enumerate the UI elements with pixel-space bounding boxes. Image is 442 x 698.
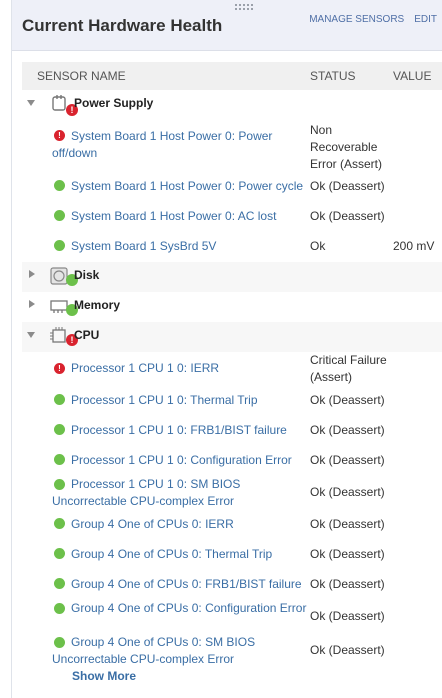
table-row: Group 4 One of CPUs 0: Configuration Err…	[22, 598, 442, 634]
sensor-status: Ok (Deassert)	[310, 179, 385, 193]
sensor-status: Ok (Deassert)	[310, 547, 385, 561]
group-label: Disk	[74, 268, 100, 282]
widget-header: Current Hardware Health MANAGE SENSORS ED…	[12, 0, 442, 51]
group-row-memory[interactable]: Memory	[22, 292, 442, 322]
sensor-name-link[interactable]: Group 4 One of CPUs 0: Configuration Err…	[52, 600, 308, 617]
sensor-name-link[interactable]: Processor 1 CPU 1 0: Thermal Trip	[52, 392, 308, 409]
group-row-disk[interactable]: Disk	[22, 262, 442, 292]
group-label: CPU	[74, 328, 100, 342]
sensor-status: Ok (Deassert)	[310, 517, 385, 531]
sensor-status: Critical Failure (Assert)	[310, 353, 387, 384]
sensor-name-link[interactable]: System Board 1 SysBrd 5V	[52, 238, 308, 255]
expand-caret-icon[interactable]	[29, 300, 35, 308]
sensor-name-link[interactable]: Group 4 One of CPUs 0: SM BIOS Uncorrect…	[52, 634, 308, 668]
sensor-value: 200 mV	[393, 239, 435, 253]
sensor-name-link[interactable]: System Board 1 Host Power 0: Power off/d…	[52, 128, 308, 162]
table-header: SENSOR NAME STATUS VALUE	[22, 62, 442, 90]
sensor-status: Non Recoverable Error (Assert)	[310, 123, 382, 171]
table-row: Group 4 One of CPUs 0: Thermal Trip Ok (…	[22, 544, 442, 566]
table-row: ! Processor 1 CPU 1 0: IERR Critical Fai…	[22, 352, 442, 386]
header-actions: MANAGE SENSORS EDIT	[309, 14, 437, 25]
widget-title: Current Hardware Health	[22, 16, 223, 35]
sensor-name-link[interactable]: Group 4 One of CPUs 0: FRB1/BIST failure	[52, 576, 308, 593]
hardware-health-widget: Current Hardware Health MANAGE SENSORS ED…	[11, 0, 442, 698]
sensor-status: Ok (Deassert)	[310, 609, 385, 623]
table-row: Processor 1 CPU 1 0: Configuration Error…	[22, 450, 442, 472]
sensor-status: Ok (Deassert)	[310, 485, 385, 499]
column-sensor-name[interactable]: SENSOR NAME	[37, 69, 126, 83]
column-value[interactable]: VALUE	[393, 69, 431, 83]
collapse-caret-icon[interactable]	[27, 100, 35, 106]
sensor-name-link[interactable]: System Board 1 Host Power 0: AC lost	[52, 208, 308, 225]
sensor-status: Ok (Deassert)	[310, 453, 385, 467]
table-row: Processor 1 CPU 1 0: Thermal Trip Ok (De…	[22, 390, 442, 412]
sensor-status: Ok (Deassert)	[310, 209, 385, 223]
expand-caret-icon[interactable]	[29, 270, 35, 278]
sensor-name-link[interactable]: Group 4 One of CPUs 0: Thermal Trip	[52, 546, 308, 563]
table-row: System Board 1 Host Power 0: AC lost Ok …	[22, 206, 442, 228]
group-row-power-supply[interactable]: ! Power Supply	[22, 90, 442, 120]
manage-sensors-link[interactable]: MANAGE SENSORS	[309, 14, 404, 25]
sensor-status: Ok (Deassert)	[310, 393, 385, 407]
sensor-status: Ok (Deassert)	[310, 643, 385, 657]
sensor-status: Ok (Deassert)	[310, 577, 385, 591]
group-row-cpu[interactable]: ! CPU	[22, 322, 442, 352]
table-row: ! System Board 1 Host Power 0: Power off…	[22, 122, 442, 174]
sensor-name-link[interactable]: Processor 1 CPU 1 0: IERR	[52, 360, 308, 377]
sensor-status: Ok (Deassert)	[310, 423, 385, 437]
table-row: Group 4 One of CPUs 0: SM BIOS Uncorrect…	[22, 632, 442, 668]
group-label: Power Supply	[74, 96, 154, 110]
edit-link[interactable]: EDIT	[414, 14, 437, 25]
sensor-name-link[interactable]: Processor 1 CPU 1 0: Configuration Error	[52, 452, 308, 469]
column-status[interactable]: STATUS	[310, 69, 356, 83]
sensor-name-link[interactable]: Group 4 One of CPUs 0: IERR	[52, 516, 308, 533]
sensor-name-link[interactable]: Processor 1 CPU 1 0: SM BIOS Uncorrectab…	[52, 476, 308, 510]
table-row: Processor 1 CPU 1 0: SM BIOS Uncorrectab…	[22, 474, 442, 512]
group-label: Memory	[74, 298, 121, 312]
table-row: Group 4 One of CPUs 0: IERR Ok (Deassert…	[22, 514, 442, 536]
table-row: Processor 1 CPU 1 0: FRB1/BIST failure O…	[22, 420, 442, 442]
sensor-name-link[interactable]: Processor 1 CPU 1 0: FRB1/BIST failure	[52, 422, 308, 439]
drag-handle-icon[interactable]	[235, 4, 255, 14]
table-row: System Board 1 Host Power 0: Power cycle…	[22, 176, 442, 198]
table-row: System Board 1 SysBrd 5V Ok 200 mV	[22, 236, 442, 258]
table-row: Group 4 One of CPUs 0: FRB1/BIST failure…	[22, 574, 442, 596]
show-more-link[interactable]: Show More	[72, 669, 136, 683]
collapse-caret-icon[interactable]	[27, 332, 35, 338]
sensor-name-link[interactable]: System Board 1 Host Power 0: Power cycle	[52, 178, 308, 195]
sensor-status: Ok	[310, 239, 326, 253]
